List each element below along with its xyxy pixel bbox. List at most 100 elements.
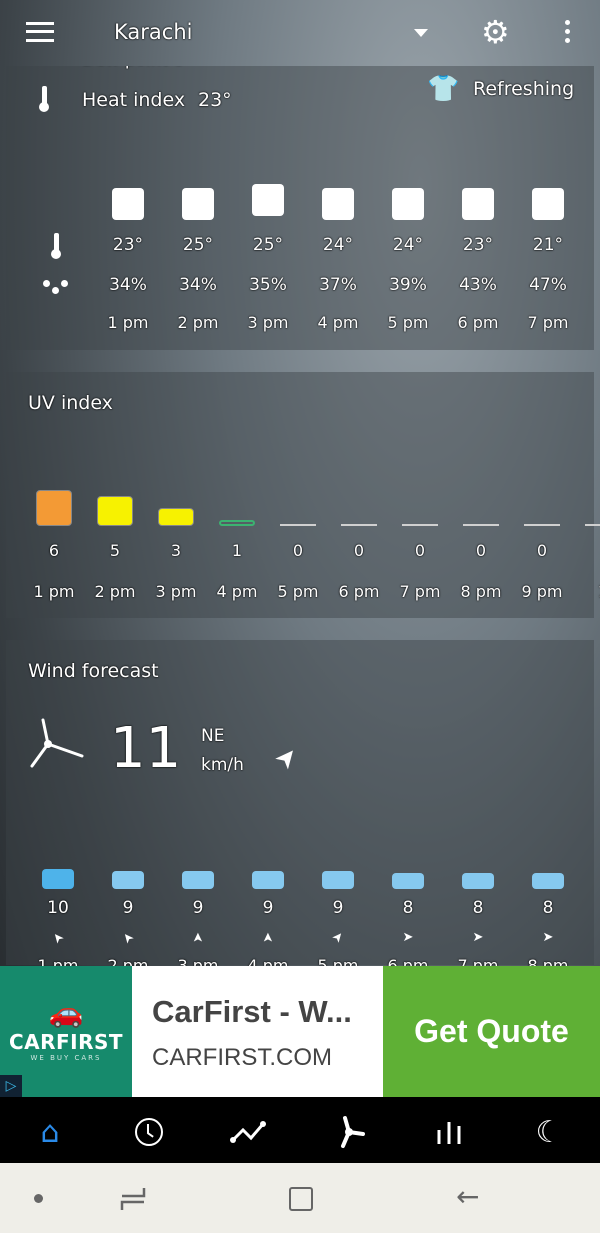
uv-time: 7 pm (399, 582, 441, 601)
uv-time: 8 pm (460, 582, 502, 601)
wind-speed-bar (182, 871, 214, 889)
wind-hourly-direction-icon: ➤ (472, 930, 484, 945)
uv-bar (524, 524, 560, 526)
wind-hourly-speed: 9 (262, 898, 274, 918)
bottom-nav (0, 1097, 600, 1163)
settings-icon[interactable]: ⚙ (481, 16, 510, 48)
hourly-time: 4 pm (317, 313, 359, 332)
humidity-icon (43, 278, 71, 296)
uv-bar (463, 524, 499, 526)
uv-value: 0 (292, 541, 304, 560)
uv-time: 1 pm (33, 582, 75, 601)
nav-wind-icon[interactable] (329, 1112, 369, 1152)
wind-hourly-direction-icon: ➤ (118, 928, 138, 947)
ad-domain: CARFIRST.COM (152, 1044, 332, 1071)
hourly-time: 1 pm (107, 313, 149, 332)
menu-icon (26, 22, 54, 42)
wind-hourly-speed: 8 (472, 898, 484, 918)
adchoices-icon[interactable]: ▷ (0, 1075, 22, 1097)
ad-logo-tagline: WE BUY CARS (30, 1054, 102, 1062)
uv-value: 0 (353, 541, 365, 560)
city-dropdown-icon[interactable] (414, 29, 428, 37)
more-options-icon[interactable] (560, 20, 574, 48)
wind-hourly-speed: 9 (122, 898, 134, 918)
city-title[interactable]: Karachi (114, 20, 192, 44)
wind-hourly-direction-icon: ➤ (190, 932, 206, 943)
uv-value: 5 (109, 541, 121, 560)
uv-bar (341, 524, 377, 526)
recents-button-icon[interactable] (118, 1186, 148, 1212)
wind-turbine-icon (30, 718, 84, 768)
ad-logo-text: CARFIRST (8, 1030, 124, 1054)
wind-speed-bar (532, 873, 564, 889)
get-quote-button[interactable]: Get Quote (383, 966, 600, 1097)
hourly-temp: 25° (252, 235, 284, 255)
hourly-time: 7 pm (527, 313, 569, 332)
nav-hourly-clock-icon[interactable] (129, 1112, 169, 1152)
weather-condition-icon (322, 188, 354, 220)
uv-time: 3 pm (155, 582, 197, 601)
hourly-temp: 23° (462, 235, 494, 255)
wind-speed-bar (112, 871, 144, 889)
back-button-icon[interactable]: ← (456, 1180, 479, 1213)
uv-time: 2 pm (94, 582, 136, 601)
hourly-temp: 21° (532, 235, 564, 255)
menu-button[interactable] (26, 22, 54, 42)
wind-title: Wind forecast (28, 660, 159, 682)
wind-hourly-speed: 9 (332, 898, 344, 918)
system-dot-icon[interactable] (34, 1194, 43, 1203)
shirt-icon: 👕 (427, 74, 460, 104)
hourly-humidity: 47% (529, 275, 567, 295)
hourly-time: 6 pm (457, 313, 499, 332)
uv-bar (219, 520, 255, 526)
nav-stats-icon[interactable] (429, 1112, 469, 1152)
wind-hourly-speed: 8 (542, 898, 554, 918)
wind-hourly-direction-icon: ➤ (328, 928, 348, 947)
uv-bar (36, 490, 72, 526)
wind-speed-value: 11 (110, 716, 182, 781)
uv-time: 6 pm (338, 582, 380, 601)
uv-bar (280, 524, 316, 526)
hourly-humidity: 43% (459, 275, 497, 295)
uv-value: 3 (170, 541, 182, 560)
weather-condition-icon (182, 188, 214, 220)
hourly-humidity: 34% (109, 275, 147, 295)
weather-condition-icon (392, 188, 424, 220)
wind-speed-bar (392, 873, 424, 889)
uv-value: 1 (231, 541, 243, 560)
home-button-icon[interactable] (289, 1187, 313, 1211)
hourly-temp: 23° (112, 235, 144, 255)
heat-index-label: Heat index (82, 89, 186, 111)
wind-hourly-speed: 9 (192, 898, 204, 918)
nav-home-icon[interactable]: ⌂ (30, 1112, 70, 1152)
hourly-temp: 25° (182, 235, 214, 255)
ad-title[interactable]: CarFirst - W... (152, 994, 352, 1030)
hourly-temp: 24° (392, 235, 424, 255)
uv-bar (402, 524, 438, 526)
weather-condition-icon (252, 184, 284, 216)
uv-value: 0 (536, 541, 548, 560)
uv-bar (585, 524, 600, 526)
wind-hourly-speed: 10 (47, 898, 69, 918)
ad-logo[interactable]: 🚗 CARFIRST WE BUY CARS ▷ (0, 966, 132, 1097)
hourly-humidity: 37% (319, 275, 357, 295)
uv-time: 1 (573, 582, 600, 601)
heat-index-value: 23° (198, 89, 232, 111)
uv-value: 0 (414, 541, 426, 560)
nav-moon-icon[interactable]: ☾ (529, 1112, 569, 1152)
clothing-status: Refreshing (473, 78, 575, 100)
hourly-time: 5 pm (387, 313, 429, 332)
nav-graph-icon[interactable] (229, 1112, 269, 1152)
wind-hourly-direction-icon: ➤ (48, 928, 68, 947)
uv-bar (158, 508, 194, 526)
thermometer-icon (39, 86, 49, 114)
wind-hourly-direction-icon: ➤ (542, 930, 554, 945)
uv-time: 5 pm (277, 582, 319, 601)
uv-title: UV index (28, 392, 113, 414)
wind-hourly-speed: 8 (402, 898, 414, 918)
hourly-humidity: 35% (249, 275, 287, 295)
uv-value: 6 (48, 541, 60, 560)
weather-condition-icon (532, 188, 564, 220)
ad-banner[interactable]: 🚗 CARFIRST WE BUY CARS ▷ CarFirst - W...… (0, 966, 600, 1097)
wind-speed-bar (462, 873, 494, 889)
